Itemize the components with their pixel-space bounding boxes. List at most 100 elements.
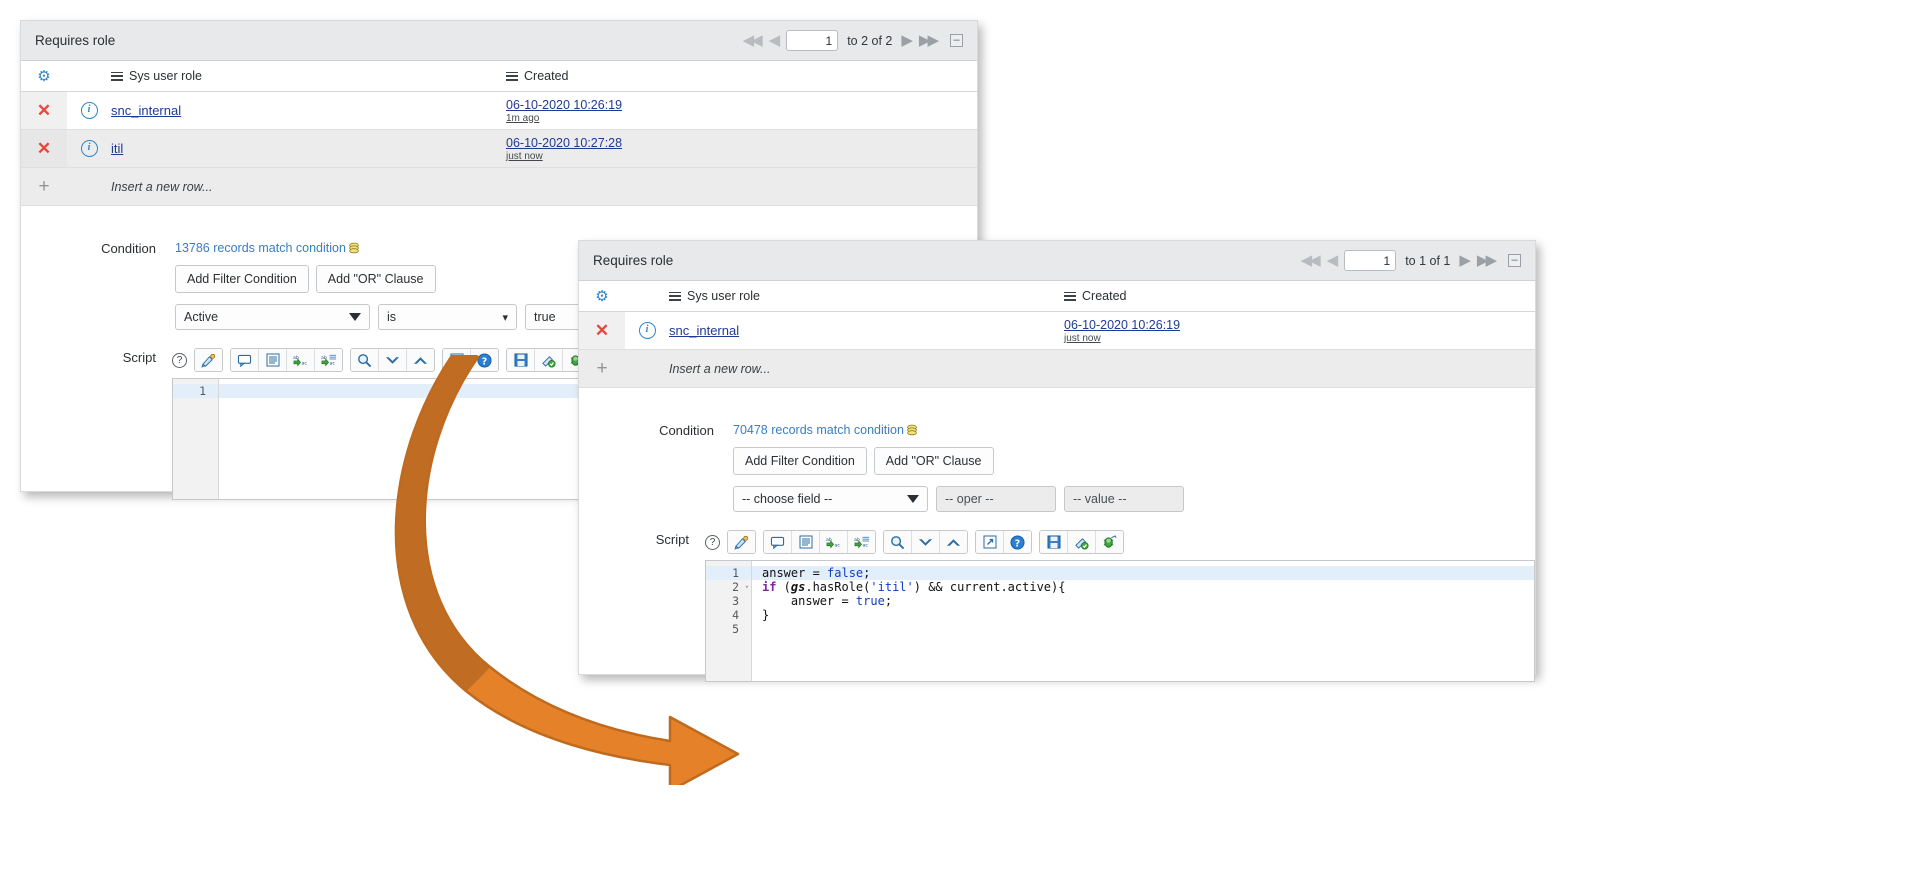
next-page-button[interactable]: ▶ bbox=[1459, 253, 1468, 268]
find-icon[interactable] bbox=[351, 349, 379, 371]
code-content[interactable]: answer = false; if (gs.hasRole('itil') &… bbox=[752, 561, 1534, 681]
chevron-down-icon[interactable] bbox=[349, 313, 361, 321]
page-number-input[interactable] bbox=[786, 30, 838, 51]
last-page-button[interactable]: ▶▶ bbox=[1477, 253, 1494, 268]
find-previous-icon[interactable] bbox=[940, 531, 967, 553]
find-next-icon[interactable] bbox=[379, 349, 407, 371]
table-row[interactable]: ✕ i snc_internal 06-10-2020 10:26:19 jus… bbox=[579, 312, 1535, 350]
list-menu-icon[interactable] bbox=[669, 292, 681, 301]
list-menu-icon[interactable] bbox=[111, 72, 123, 81]
gear-icon[interactable]: ⚙ bbox=[595, 289, 608, 304]
row-info-button[interactable]: i bbox=[625, 322, 669, 339]
format-script-icon[interactable] bbox=[728, 531, 755, 553]
column-header-created[interactable]: Created bbox=[506, 69, 977, 83]
preview-records-icon[interactable] bbox=[348, 242, 360, 257]
help-icon[interactable]: ? bbox=[471, 349, 498, 371]
comment-icon[interactable] bbox=[231, 349, 259, 371]
plus-icon[interactable]: + bbox=[596, 359, 607, 378]
code-line[interactable]: answer = true; bbox=[752, 594, 1534, 608]
replace-icon[interactable]: abac bbox=[287, 349, 315, 371]
comment-icon[interactable] bbox=[764, 531, 792, 553]
previous-page-button[interactable]: ◀ bbox=[1327, 253, 1336, 268]
insert-new-row[interactable]: + Insert a new row... bbox=[21, 168, 977, 206]
collapse-section-button[interactable]: – bbox=[1508, 254, 1521, 267]
list-menu-icon[interactable] bbox=[1064, 292, 1076, 301]
info-icon[interactable]: i bbox=[81, 140, 98, 157]
close-icon[interactable]: ✕ bbox=[37, 140, 51, 157]
preview-records-icon[interactable] bbox=[906, 424, 918, 439]
records-match-condition-link[interactable]: 70478 records match condition bbox=[733, 423, 918, 437]
filter-operator-select[interactable]: -- oper -- bbox=[936, 486, 1056, 512]
collapse-section-button[interactable]: – bbox=[950, 34, 963, 47]
info-icon[interactable]: i bbox=[639, 322, 656, 339]
row-info-button[interactable]: i bbox=[67, 140, 111, 157]
table-row[interactable]: ✕ i snc_internal 06-10-2020 10:26:19 1m … bbox=[21, 92, 977, 130]
close-icon[interactable]: ✕ bbox=[595, 322, 609, 339]
open-new-window-icon[interactable] bbox=[443, 349, 471, 371]
chevron-down-icon[interactable]: ▾ bbox=[502, 311, 508, 324]
indent-icon[interactable] bbox=[259, 349, 287, 371]
code-line[interactable]: answer = false; bbox=[752, 566, 1534, 580]
page-number-input[interactable] bbox=[1344, 250, 1396, 271]
replace-icon[interactable]: abac bbox=[820, 531, 848, 553]
insert-row-plus-cell[interactable]: + bbox=[579, 350, 625, 387]
save-icon[interactable] bbox=[1040, 531, 1068, 553]
syntax-check-icon[interactable] bbox=[1068, 531, 1096, 553]
debug-icon[interactable] bbox=[1096, 531, 1123, 553]
chevron-down-icon[interactable] bbox=[907, 495, 919, 503]
code-line[interactable]: if (gs.hasRole('itil') && current.active… bbox=[752, 580, 1534, 594]
insert-row-plus-cell[interactable]: + bbox=[21, 168, 67, 205]
plus-icon[interactable]: + bbox=[38, 177, 49, 196]
add-filter-condition-button[interactable]: Add Filter Condition bbox=[733, 447, 867, 475]
personalize-list-cell[interactable]: ⚙ bbox=[579, 289, 625, 304]
find-icon[interactable] bbox=[884, 531, 912, 553]
replace-all-icon[interactable]: abac bbox=[315, 349, 342, 371]
script-code-editor[interactable]: 1 2 3 4 5 answer = false; if (gs.hasRole… bbox=[705, 560, 1535, 682]
delete-row-button[interactable]: ✕ bbox=[21, 130, 67, 167]
info-icon[interactable]: i bbox=[81, 102, 98, 119]
created-date[interactable]: 06-10-2020 10:27:28 bbox=[506, 136, 977, 150]
code-line[interactable] bbox=[752, 622, 1534, 636]
syntax-check-icon[interactable] bbox=[535, 349, 563, 371]
previous-page-button[interactable]: ◀ bbox=[769, 33, 778, 48]
add-or-clause-button[interactable]: Add "OR" Clause bbox=[316, 265, 436, 293]
role-reference-link[interactable]: snc_internal bbox=[669, 323, 739, 338]
gear-icon[interactable]: ⚙ bbox=[37, 69, 50, 84]
help-icon[interactable]: ? bbox=[1004, 531, 1031, 553]
close-icon[interactable]: ✕ bbox=[37, 102, 51, 119]
delete-row-button[interactable]: ✕ bbox=[21, 92, 67, 129]
save-icon[interactable] bbox=[507, 349, 535, 371]
list-menu-icon[interactable] bbox=[506, 72, 518, 81]
next-page-button[interactable]: ▶ bbox=[901, 33, 910, 48]
add-filter-condition-button[interactable]: Add Filter Condition bbox=[175, 265, 309, 293]
filter-value-input[interactable]: -- value -- bbox=[1064, 486, 1184, 512]
replace-all-icon[interactable]: abac bbox=[848, 531, 875, 553]
help-icon[interactable]: ? bbox=[172, 353, 187, 368]
role-reference-link[interactable]: itil bbox=[111, 141, 123, 156]
find-previous-icon[interactable] bbox=[407, 349, 434, 371]
indent-icon[interactable] bbox=[792, 531, 820, 553]
delete-row-button[interactable]: ✕ bbox=[579, 312, 625, 349]
open-new-window-icon[interactable] bbox=[976, 531, 1004, 553]
created-date[interactable]: 06-10-2020 10:26:19 bbox=[1064, 318, 1535, 332]
column-header-role[interactable]: Sys user role bbox=[111, 69, 506, 83]
find-next-icon[interactable] bbox=[912, 531, 940, 553]
filter-operator-select[interactable]: is ▾ bbox=[378, 304, 517, 330]
filter-field-select[interactable]: -- choose field -- bbox=[733, 486, 928, 512]
first-page-button[interactable]: ◀◀ bbox=[743, 33, 760, 48]
records-match-condition-link[interactable]: 13786 records match condition bbox=[175, 241, 360, 255]
help-icon[interactable]: ? bbox=[705, 535, 720, 550]
created-date[interactable]: 06-10-2020 10:26:19 bbox=[506, 98, 977, 112]
role-reference-link[interactable]: snc_internal bbox=[111, 103, 181, 118]
row-info-button[interactable]: i bbox=[67, 102, 111, 119]
filter-field-select[interactable]: Active bbox=[175, 304, 370, 330]
last-page-button[interactable]: ▶▶ bbox=[919, 33, 936, 48]
first-page-button[interactable]: ◀◀ bbox=[1301, 253, 1318, 268]
code-line[interactable]: } bbox=[752, 608, 1534, 622]
column-header-role[interactable]: Sys user role bbox=[669, 289, 1064, 303]
column-header-created[interactable]: Created bbox=[1064, 289, 1535, 303]
insert-new-row[interactable]: + Insert a new row... bbox=[579, 350, 1535, 388]
personalize-list-cell[interactable]: ⚙ bbox=[21, 69, 67, 84]
add-or-clause-button[interactable]: Add "OR" Clause bbox=[874, 447, 994, 475]
format-script-icon[interactable] bbox=[195, 349, 222, 371]
